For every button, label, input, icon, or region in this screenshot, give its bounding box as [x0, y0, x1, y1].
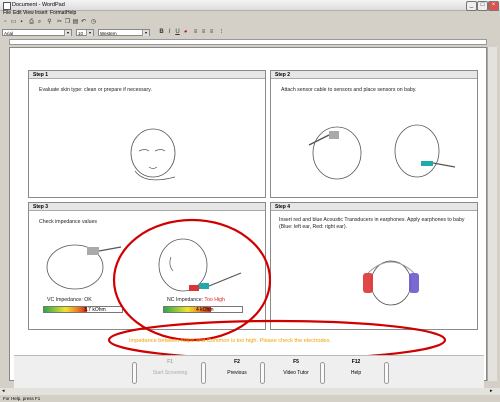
save-icon[interactable]: ▪ [18, 19, 25, 26]
ruler[interactable] [9, 39, 487, 45]
paste-icon[interactable]: ▤ [72, 19, 79, 26]
bullets-icon[interactable]: ⁝ [218, 29, 225, 36]
script-value: Western [100, 31, 117, 36]
vc-impedance-line: VC Impedance: OK [47, 297, 92, 304]
align-right-icon[interactable]: ≡ [208, 29, 215, 36]
font-value: Arial [4, 31, 14, 36]
new-icon[interactable]: ▫ [2, 19, 9, 26]
menu-help[interactable]: Help [66, 10, 76, 16]
undo-icon[interactable]: ↶ [80, 19, 87, 26]
find-icon[interactable]: ⚲ [46, 19, 53, 26]
chevron-down-icon[interactable]: ▾ [142, 30, 149, 36]
menu-format[interactable]: Format [50, 10, 66, 16]
step-3-heading: Step 3 [29, 203, 265, 211]
f2-action-label: Previous [227, 370, 247, 376]
font-size-select[interactable]: 10 ▾ [76, 29, 94, 36]
f2-key-label: F2 [234, 359, 240, 365]
step-2-panel: Step 2 Attach sensor cable to sensors an… [270, 70, 478, 198]
insert-date-icon[interactable]: ◷ [90, 19, 97, 26]
vc-impedance-level [44, 307, 87, 312]
print-icon[interactable]: ⎙ [28, 19, 35, 26]
f12-action-label: Help [350, 370, 362, 376]
horizontal-scrollbar[interactable]: ◂ ▸ [0, 388, 500, 395]
open-icon[interactable]: ▭ [10, 19, 17, 26]
menu-view[interactable]: View [23, 10, 34, 16]
vc-impedance-value: 3.7 kOhm [84, 307, 106, 313]
align-center-icon[interactable]: ≡ [200, 29, 207, 36]
ruler-ticks [10, 40, 487, 45]
earphones-image [363, 260, 419, 306]
scroll-left-icon[interactable]: ◂ [2, 388, 5, 394]
f12-key-label: F12 [351, 359, 361, 365]
baby-face-image [130, 128, 176, 181]
fkey-divider [132, 362, 137, 384]
f5-key-label: F5 [293, 359, 299, 365]
color-icon[interactable]: ◕ [182, 29, 189, 36]
bold-icon[interactable]: B [158, 29, 165, 36]
f5-action-label: Video Tutor [283, 370, 309, 376]
step-4-text: Insert red and blue Acoustic Transducers… [279, 217, 465, 230]
cut-icon[interactable]: ✂ [56, 19, 63, 26]
f2-previous-button[interactable]: F2 Previous [209, 359, 265, 376]
chevron-down-icon[interactable]: ▾ [86, 30, 93, 36]
f1-action-label: Start Screening [152, 370, 188, 376]
standard-toolbar: ▫ ▭ ▪ ⎙ ⌕ ⚲ ✂ ❐ ▤ ↶ ◷ [0, 18, 500, 28]
window-title: Document - WordPad [12, 2, 65, 8]
f12-help-button[interactable]: F12 Help [328, 359, 384, 376]
sensor-placement-image [308, 124, 456, 180]
script-select[interactable]: Western ▾ [98, 29, 150, 36]
document-area[interactable]: Step 1 Evaluate skin type: clean or prep… [9, 47, 487, 381]
scroll-right-icon[interactable]: ▸ [490, 388, 493, 394]
menu-bar: File Edit View Insert Format Help [0, 10, 500, 17]
font-size-value: 10 [78, 31, 84, 36]
status-text: For Help, press F1 [3, 396, 41, 401]
format-toolbar: Arial ▾ 10 ▾ Western ▾ B I U ◕ ≡ ≡ ≡ ⁝ [0, 28, 500, 38]
impedance-alert-message: Impedance between Nape and Common is too… [129, 338, 332, 344]
wordpad-app-icon[interactable] [3, 2, 11, 10]
copy-icon[interactable]: ❐ [64, 19, 71, 26]
f1-key-label: F1 [167, 359, 173, 365]
fkey-divider [320, 362, 325, 384]
status-bar: For Help, press F1 [0, 395, 500, 402]
chevron-down-icon[interactable]: ▾ [64, 30, 71, 36]
step-4-heading: Step 4 [271, 203, 477, 211]
italic-icon[interactable]: I [166, 29, 173, 36]
print-preview-icon[interactable]: ⌕ [36, 19, 43, 26]
step-4-panel: Step 4 Insert red and blue Acoustic Tran… [270, 202, 478, 330]
vc-impedance-status: OK [84, 297, 92, 303]
menu-insert[interactable]: Insert [35, 10, 48, 16]
step-2-text: Attach sensor cable to sensors and place… [281, 87, 417, 93]
fkey-divider [384, 362, 389, 384]
step-1-heading: Step 1 [29, 71, 265, 79]
menu-file[interactable]: File [3, 10, 11, 16]
menu-edit[interactable]: Edit [13, 10, 22, 16]
vc-impedance-label: VC Impedance: [47, 297, 83, 303]
underline-icon[interactable]: U [174, 29, 181, 36]
font-select[interactable]: Arial ▾ [2, 29, 72, 36]
step-2-heading: Step 2 [271, 71, 477, 79]
step-1-text: Evaluate skin type: clean or prepare if … [39, 87, 152, 93]
fkey-divider [201, 362, 206, 384]
align-left-icon[interactable]: ≡ [192, 29, 199, 36]
step-1-panel: Step 1 Evaluate skin type: clean or prep… [28, 70, 266, 198]
function-key-bar: F1 Start Screening F2 Previous F5 Video … [14, 355, 484, 388]
f5-video-tutor-button[interactable]: F5 Video Tutor [268, 359, 324, 376]
vertical-scrollbar[interactable] [487, 47, 497, 381]
f1-start-screening-button[interactable]: F1 Start Screening [142, 359, 198, 376]
fkey-divider [260, 362, 265, 384]
